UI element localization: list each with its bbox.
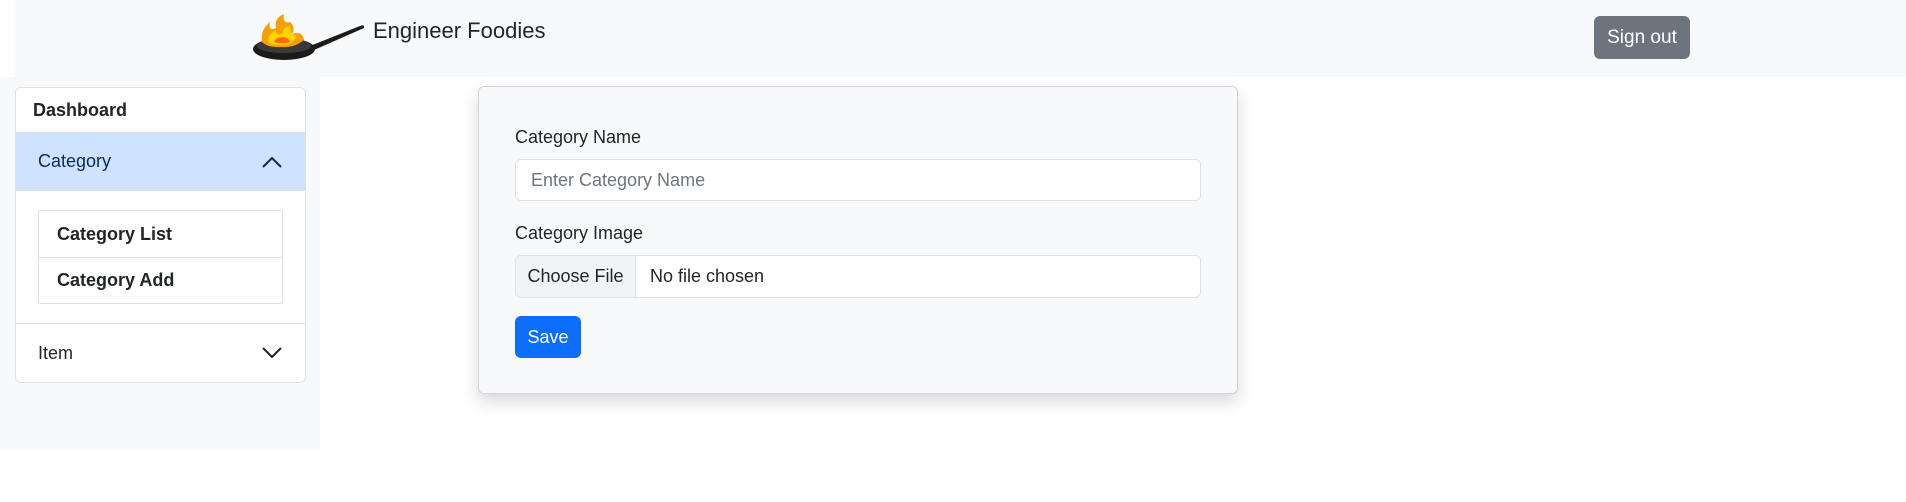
- chevron-down-icon: [262, 347, 282, 359]
- top-navbar: Engineer Foodies Sign out: [15, 0, 1906, 77]
- file-status-text: No file chosen: [650, 266, 765, 286]
- brand[interactable]: Engineer Foodies: [252, 12, 545, 62]
- chef-pan-flame-logo: [253, 14, 365, 60]
- accordion-label-category: Category: [38, 151, 112, 171]
- sidebar: Dashboard Category Category List Categor…: [15, 87, 306, 383]
- sign-out-button[interactable]: Sign out: [1594, 16, 1690, 59]
- accordion-toggle-category[interactable]: Category: [16, 133, 305, 191]
- brand-name: Engineer Foodies: [373, 18, 546, 43]
- accordion-category: Category Category List Category Add: [16, 133, 305, 323]
- choose-file-button[interactable]: Choose File: [516, 256, 636, 297]
- category-image-label: Category Image: [515, 223, 644, 243]
- sidebar-item-category-list[interactable]: Category List: [39, 211, 282, 257]
- save-button[interactable]: Save: [515, 316, 581, 358]
- category-name-label: Category Name: [515, 127, 642, 147]
- category-name-input[interactable]: [515, 159, 1201, 201]
- accordion-body-category: Category List Category Add: [16, 191, 305, 323]
- sidebar-item-category-add[interactable]: Category Add: [39, 257, 282, 303]
- accordion-toggle-item[interactable]: Item: [16, 323, 305, 382]
- accordion-label-item: Item: [38, 342, 74, 363]
- category-form-card: Category Name Category Image Choose File…: [478, 86, 1238, 394]
- sidebar-item-dashboard[interactable]: Dashboard: [16, 88, 305, 133]
- chevron-up-icon: [262, 156, 282, 168]
- category-submenu: Category List Category Add: [38, 210, 283, 304]
- category-image-file-input[interactable]: Choose File No file chosen: [515, 255, 1201, 298]
